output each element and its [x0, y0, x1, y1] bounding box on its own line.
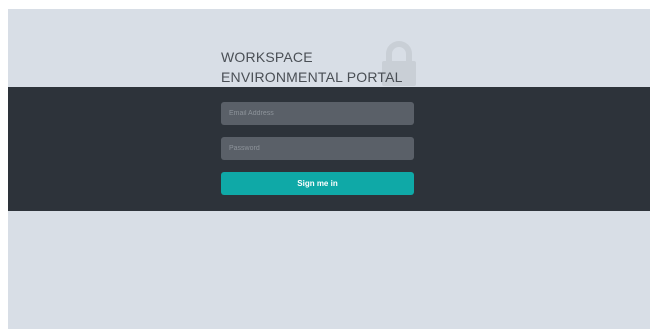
email-field[interactable]	[221, 102, 414, 125]
portal-title-line-2: ENVIRONMENTAL PORTAL	[221, 69, 403, 85]
login-form-band: Sign me in	[8, 87, 650, 211]
password-field[interactable]	[221, 137, 414, 160]
portal-title: WORKSPACE ENVIRONMENTAL PORTAL	[221, 47, 403, 87]
sign-in-button[interactable]: Sign me in	[221, 172, 414, 195]
portal-title-line-1: WORKSPACE	[221, 49, 313, 65]
login-page: WORKSPACE ENVIRONMENTAL PORTAL Sign me i…	[8, 9, 650, 329]
